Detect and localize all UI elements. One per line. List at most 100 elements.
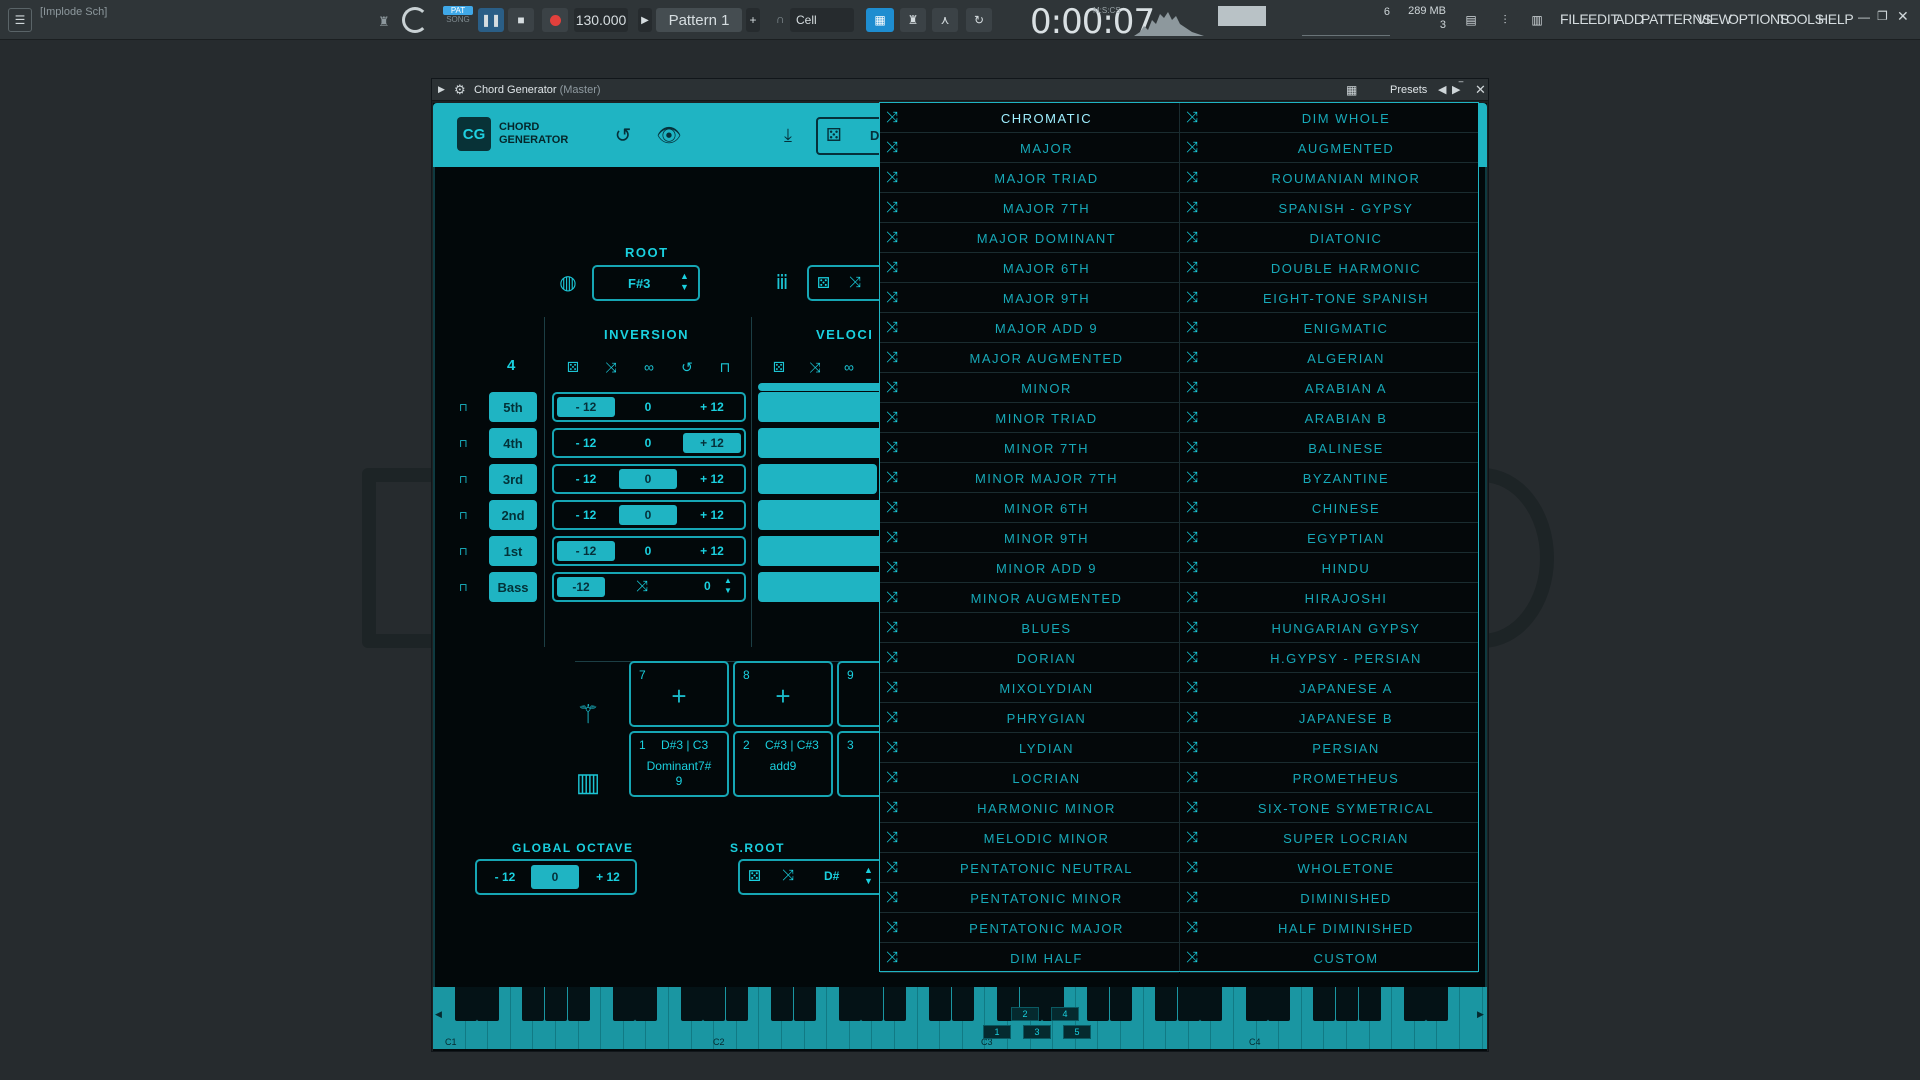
scale-option[interactable]: ⤨ JAPANESE B <box>1180 703 1478 733</box>
chord-slot-empty[interactable]: 8 + <box>733 661 833 727</box>
play-button[interactable]: ❚❚ <box>478 8 504 32</box>
shuffle-icon[interactable]: ⤨ <box>1186 379 1198 396</box>
inversion-down[interactable]: - 12 <box>557 433 615 453</box>
shuffle-icon[interactable]: ⤨ <box>1186 349 1198 366</box>
wait-input-icon[interactable]: ⋏ <box>932 8 958 32</box>
shuffle-icon[interactable]: ⤨ <box>886 469 898 486</box>
black-key[interactable] <box>703 987 726 1021</box>
scale-option[interactable]: ⤨ PROMETHEUS <box>1180 763 1478 793</box>
shuffle-icon[interactable]: ⤨ <box>886 829 898 846</box>
restore-app-icon[interactable]: ❐ <box>1877 9 1888 23</box>
shuffle-icon[interactable]: ⤨ <box>1186 229 1198 246</box>
reset-icon[interactable]: ↺ <box>609 121 637 149</box>
scale-option[interactable]: ⤨ HUNGARIAN GYPSY <box>1180 613 1478 643</box>
shuffle-icon[interactable]: ⤨ <box>886 679 898 696</box>
scale-option[interactable]: ⤨ EGYPTIAN <box>1180 523 1478 553</box>
scale-option[interactable]: ⤨ MINOR <box>880 373 1179 403</box>
scale-option[interactable]: ⤨ DOUBLE HARMONIC <box>1180 253 1478 283</box>
inversion-zero[interactable]: 0 <box>619 541 677 561</box>
scale-option[interactable]: ⤨ MINOR ADD 9 <box>880 553 1179 583</box>
shuffle-icon[interactable]: ⤨ <box>886 919 898 936</box>
globe-icon[interactable]: ◍ <box>555 269 581 295</box>
shuffle-icon[interactable]: ⤨ <box>886 739 898 756</box>
scale-option[interactable]: ⤨ MINOR MAJOR 7TH <box>880 463 1179 493</box>
scale-option[interactable]: ⤨ MAJOR ADD 9 <box>880 313 1179 343</box>
black-key[interactable] <box>1110 987 1132 1021</box>
scale-option[interactable]: ⤨ DIM HALF <box>880 943 1179 973</box>
inversion-up[interactable]: + 12 <box>683 469 741 489</box>
shuffle-icon[interactable]: ⤨ <box>886 439 898 456</box>
close-app-icon[interactable]: ✕ <box>1897 8 1909 25</box>
velocity-slider[interactable] <box>758 428 898 458</box>
scale-option[interactable]: ⤨ ALGERIAN <box>1180 343 1478 373</box>
presets-label[interactable]: Presets <box>1390 84 1427 96</box>
velocity-shuffle-icon[interactable]: ⤨ <box>805 357 825 377</box>
scale-option[interactable]: ⤨ PERSIAN <box>1180 733 1478 763</box>
window-close-icon[interactable]: ✕ <box>1475 82 1486 98</box>
row-lock-icon[interactable]: ⊓ <box>459 581 468 594</box>
shuffle-icon[interactable]: ⤨ <box>886 589 898 606</box>
note-button[interactable]: 2nd <box>489 500 537 530</box>
scale-option[interactable]: ⤨ MAJOR TRIAD <box>880 163 1179 193</box>
shuffle-icon[interactable]: ⤨ <box>886 259 898 276</box>
scale-option[interactable]: ⤨ PENTATONIC NEUTRAL <box>880 853 1179 883</box>
add-chord-icon[interactable]: + <box>735 681 831 712</box>
scale-option[interactable]: ⤨ SUPER LOCRIAN <box>1180 823 1478 853</box>
velocity-slider[interactable] <box>758 392 898 422</box>
shuffle-icon[interactable]: ⤨ <box>1186 109 1198 126</box>
keyboard-scroll-right-icon[interactable]: ▶ <box>1477 1009 1484 1020</box>
shuffle-icon[interactable]: ⤨ <box>886 319 898 336</box>
inversion-up[interactable]: + 12 <box>683 505 741 525</box>
piano-icon[interactable]: ▥ <box>571 765 605 799</box>
menu-view[interactable]: VIEW <box>1697 11 1732 27</box>
inversion-up[interactable]: + 12 <box>683 397 741 417</box>
piano-keyboard[interactable]: C1 C2 C3 C4 2 4 1 3 5 ◀ ▶ <box>433 987 1487 1049</box>
sroot-shuffle-icon[interactable]: ⤨ <box>782 867 794 884</box>
shuffle-icon[interactable]: ⤨ <box>1186 439 1198 456</box>
minimize-app-icon[interactable]: — <box>1858 10 1870 24</box>
preset-grid-icon[interactable]: ▦ <box>1346 83 1357 97</box>
black-key[interactable] <box>635 987 658 1021</box>
scale-option[interactable]: ⤨ MAJOR 6TH <box>880 253 1179 283</box>
scale-option[interactable]: ⤨ HINDU <box>1180 553 1478 583</box>
playlist-icon[interactable]: ▤ <box>1458 8 1484 32</box>
inversion-zero[interactable]: 0 <box>619 505 677 525</box>
shuffle-icon[interactable]: ⤨ <box>886 109 898 126</box>
shuffle-icon[interactable]: ⤨ <box>1186 529 1198 546</box>
global-octave-selector[interactable]: - 12 0 + 12 <box>475 859 637 895</box>
velocity-slider[interactable] <box>758 464 877 494</box>
shuffle-icon[interactable]: ⤨ <box>886 199 898 216</box>
shuffle-icon[interactable]: ⤨ <box>1186 709 1198 726</box>
inversion-dice-icon[interactable]: ⚄ <box>563 357 583 377</box>
scale-option[interactable]: ⤨ SIX-TONE SYMETRICAL <box>1180 793 1478 823</box>
master-volume-knob[interactable] <box>402 7 428 33</box>
chord-slot[interactable]: 1 D#3 | C3 Dominant7# 9 <box>629 731 729 797</box>
note-button[interactable]: 1st <box>489 536 537 566</box>
row-lock-icon[interactable]: ⊓ <box>459 401 468 414</box>
voice-count[interactable]: 4 <box>507 357 515 374</box>
global-octave-zero[interactable]: 0 <box>531 865 579 889</box>
shuffle-icon[interactable]: ⤨ <box>886 619 898 636</box>
bass-stepper-icon[interactable]: ▲ ▼ <box>724 576 732 596</box>
scale-option[interactable]: ⤨ MINOR 7TH <box>880 433 1179 463</box>
pat-song-toggle[interactable]: PAT SONG <box>443 6 473 34</box>
magic-wand-icon[interactable]: ⚚ <box>571 697 605 731</box>
inversion-down[interactable]: - 12 <box>557 397 615 417</box>
shuffle-icon[interactable]: ⤨ <box>1186 889 1198 906</box>
shuffle-icon[interactable]: ⤨ <box>1186 859 1198 876</box>
header-dice-icon[interactable]: ⚄ <box>826 125 842 146</box>
scale-option[interactable]: ⤨ MINOR TRIAD <box>880 403 1179 433</box>
inversion-zero[interactable]: 0 <box>619 469 677 489</box>
scale-option[interactable]: ⤨ BLUES <box>880 613 1179 643</box>
metronome-icon[interactable]: ♜ <box>900 8 926 32</box>
velocity-slider[interactable] <box>758 500 898 530</box>
shuffle-icon[interactable]: ⤨ <box>886 499 898 516</box>
metronome-small-icon[interactable]: ♜ <box>378 14 390 30</box>
black-key[interactable] <box>1336 987 1358 1021</box>
shuffle-icon[interactable]: ⤨ <box>886 409 898 426</box>
inversion-zero[interactable]: 0 <box>619 433 677 453</box>
scale-option[interactable]: ⤨ CHROMATIC <box>880 103 1179 133</box>
sroot-stepper-icon[interactable]: ▲ ▼ <box>864 865 873 887</box>
black-key[interactable] <box>771 987 793 1021</box>
black-key[interactable] <box>522 987 545 1021</box>
